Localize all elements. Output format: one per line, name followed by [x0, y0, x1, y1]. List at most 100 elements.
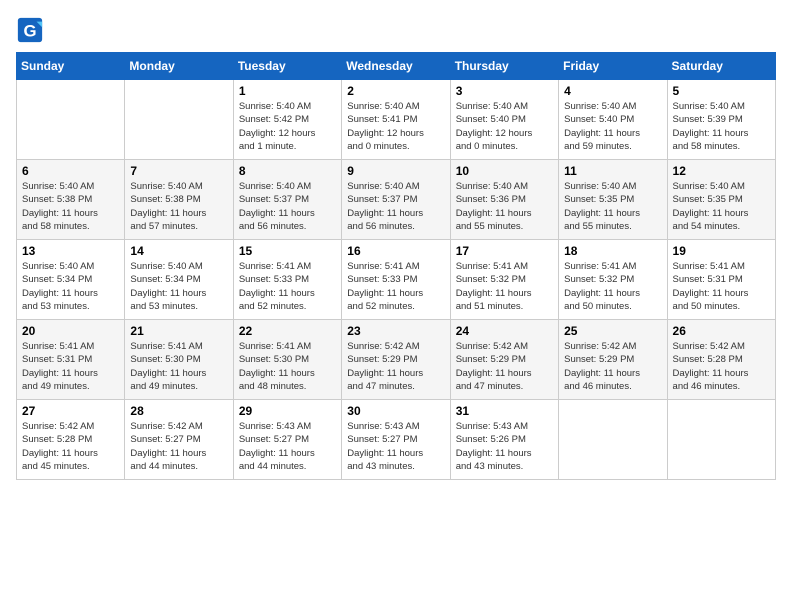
weekday-header-sunday: Sunday: [17, 53, 125, 80]
calendar-cell: 11 Sunrise: 5:40 AM Sunset: 5:35 PM Dayli…: [559, 160, 667, 240]
week-row-4: 20Sunrise: 5:41 AM Sunset: 5:31 PM Dayli…: [17, 320, 776, 400]
calendar-cell: [125, 80, 233, 160]
calendar-cell: [667, 400, 775, 480]
calendar-cell: 13 Sunrise: 5:40 AM Sunset: 5:34 PM Dayli…: [17, 240, 125, 320]
day-number: 13: [22, 244, 119, 258]
day-number: 14: [130, 244, 227, 258]
logo-icon: G: [16, 16, 44, 44]
day-number: 31: [456, 404, 553, 418]
svg-text:G: G: [23, 22, 36, 41]
day-number: 5: [673, 84, 770, 98]
day-number: 8: [239, 164, 336, 178]
day-info: Sunrise: 5:40 AM Sunset: 5:34 PM Dayligh…: [22, 260, 119, 313]
day-info: Sunrise: 5:40 AM Sunset: 5:40 PM Dayligh…: [456, 100, 553, 153]
calendar-cell: 25 Sunrise: 5:42 AM Sunset: 5:29 PM Dayli…: [559, 320, 667, 400]
day-info: Sunrise: 5:42 AM Sunset: 5:29 PM Dayligh…: [347, 340, 444, 393]
day-info: Sunrise: 5:42 AM Sunset: 5:29 PM Dayligh…: [564, 340, 661, 393]
day-info: Sunrise: 5:41 AM Sunset: 5:33 PM Dayligh…: [239, 260, 336, 313]
header: G: [16, 16, 776, 44]
day-number: 25: [564, 324, 661, 338]
calendar-cell: 17Sunrise: 5:41 AM Sunset: 5:32 PM Dayli…: [450, 240, 558, 320]
day-info: Sunrise: 5:42 AM Sunset: 5:27 PM Dayligh…: [130, 420, 227, 473]
day-info: Sunrise: 5:40 AM Sunset: 5:41 PM Dayligh…: [347, 100, 444, 153]
calendar-cell: 6 Sunrise: 5:40 AM Sunset: 5:38 PM Daylig…: [17, 160, 125, 240]
day-number: 9: [347, 164, 444, 178]
day-number: 4: [564, 84, 661, 98]
calendar-cell: 16 Sunrise: 5:41 AM Sunset: 5:33 PM Dayli…: [342, 240, 450, 320]
calendar-cell: 3Sunrise: 5:40 AM Sunset: 5:40 PM Daylig…: [450, 80, 558, 160]
day-number: 26: [673, 324, 770, 338]
day-info: Sunrise: 5:40 AM Sunset: 5:42 PM Dayligh…: [239, 100, 336, 153]
calendar-cell: 23 Sunrise: 5:42 AM Sunset: 5:29 PM Dayli…: [342, 320, 450, 400]
day-info: Sunrise: 5:40 AM Sunset: 5:39 PM Dayligh…: [673, 100, 770, 153]
day-info: Sunrise: 5:40 AM Sunset: 5:38 PM Dayligh…: [22, 180, 119, 233]
day-number: 23: [347, 324, 444, 338]
calendar-body: 1 Sunrise: 5:40 AM Sunset: 5:42 PM Daylig…: [17, 80, 776, 480]
weekday-header-wednesday: Wednesday: [342, 53, 450, 80]
weekday-header-row: SundayMondayTuesdayWednesdayThursdayFrid…: [17, 53, 776, 80]
day-number: 1: [239, 84, 336, 98]
week-row-1: 1 Sunrise: 5:40 AM Sunset: 5:42 PM Daylig…: [17, 80, 776, 160]
day-number: 17: [456, 244, 553, 258]
calendar-cell: 9 Sunrise: 5:40 AM Sunset: 5:37 PM Daylig…: [342, 160, 450, 240]
day-info: Sunrise: 5:40 AM Sunset: 5:38 PM Dayligh…: [130, 180, 227, 233]
calendar-cell: [559, 400, 667, 480]
day-info: Sunrise: 5:42 AM Sunset: 5:28 PM Dayligh…: [673, 340, 770, 393]
calendar-cell: 10Sunrise: 5:40 AM Sunset: 5:36 PM Dayli…: [450, 160, 558, 240]
day-number: 11: [564, 164, 661, 178]
calendar-cell: 26 Sunrise: 5:42 AM Sunset: 5:28 PM Dayli…: [667, 320, 775, 400]
calendar-cell: 30 Sunrise: 5:43 AM Sunset: 5:27 PM Dayli…: [342, 400, 450, 480]
logo: G: [16, 16, 48, 44]
week-row-2: 6 Sunrise: 5:40 AM Sunset: 5:38 PM Daylig…: [17, 160, 776, 240]
calendar-cell: 27Sunrise: 5:42 AM Sunset: 5:28 PM Dayli…: [17, 400, 125, 480]
day-number: 20: [22, 324, 119, 338]
day-number: 7: [130, 164, 227, 178]
day-number: 30: [347, 404, 444, 418]
calendar-cell: 8 Sunrise: 5:40 AM Sunset: 5:37 PM Daylig…: [233, 160, 341, 240]
day-info: Sunrise: 5:41 AM Sunset: 5:31 PM Dayligh…: [673, 260, 770, 313]
day-number: 15: [239, 244, 336, 258]
calendar-cell: 12Sunrise: 5:40 AM Sunset: 5:35 PM Dayli…: [667, 160, 775, 240]
day-info: Sunrise: 5:40 AM Sunset: 5:37 PM Dayligh…: [347, 180, 444, 233]
day-number: 21: [130, 324, 227, 338]
calendar-cell: 14 Sunrise: 5:40 AM Sunset: 5:34 PM Dayli…: [125, 240, 233, 320]
day-number: 16: [347, 244, 444, 258]
day-number: 22: [239, 324, 336, 338]
calendar-cell: 2 Sunrise: 5:40 AM Sunset: 5:41 PM Daylig…: [342, 80, 450, 160]
day-info: Sunrise: 5:40 AM Sunset: 5:37 PM Dayligh…: [239, 180, 336, 233]
day-info: Sunrise: 5:42 AM Sunset: 5:28 PM Dayligh…: [22, 420, 119, 473]
calendar-cell: 29 Sunrise: 5:43 AM Sunset: 5:27 PM Dayli…: [233, 400, 341, 480]
day-info: Sunrise: 5:40 AM Sunset: 5:34 PM Dayligh…: [130, 260, 227, 313]
day-info: Sunrise: 5:40 AM Sunset: 5:40 PM Dayligh…: [564, 100, 661, 153]
weekday-header-tuesday: Tuesday: [233, 53, 341, 80]
calendar-cell: 28Sunrise: 5:42 AM Sunset: 5:27 PM Dayli…: [125, 400, 233, 480]
day-info: Sunrise: 5:43 AM Sunset: 5:27 PM Dayligh…: [239, 420, 336, 473]
calendar-table: SundayMondayTuesdayWednesdayThursdayFrid…: [16, 52, 776, 480]
calendar-cell: 19Sunrise: 5:41 AM Sunset: 5:31 PM Dayli…: [667, 240, 775, 320]
day-number: 6: [22, 164, 119, 178]
calendar-cell: 22 Sunrise: 5:41 AM Sunset: 5:30 PM Dayli…: [233, 320, 341, 400]
calendar-cell: 31 Sunrise: 5:43 AM Sunset: 5:26 PM Dayli…: [450, 400, 558, 480]
calendar-cell: [17, 80, 125, 160]
day-info: Sunrise: 5:40 AM Sunset: 5:35 PM Dayligh…: [564, 180, 661, 233]
weekday-header-friday: Friday: [559, 53, 667, 80]
day-info: Sunrise: 5:42 AM Sunset: 5:29 PM Dayligh…: [456, 340, 553, 393]
calendar-cell: 18 Sunrise: 5:41 AM Sunset: 5:32 PM Dayli…: [559, 240, 667, 320]
day-number: 2: [347, 84, 444, 98]
calendar-cell: 1 Sunrise: 5:40 AM Sunset: 5:42 PM Daylig…: [233, 80, 341, 160]
day-info: Sunrise: 5:41 AM Sunset: 5:33 PM Dayligh…: [347, 260, 444, 313]
day-info: Sunrise: 5:41 AM Sunset: 5:30 PM Dayligh…: [239, 340, 336, 393]
day-number: 29: [239, 404, 336, 418]
weekday-header-saturday: Saturday: [667, 53, 775, 80]
day-info: Sunrise: 5:43 AM Sunset: 5:27 PM Dayligh…: [347, 420, 444, 473]
day-number: 12: [673, 164, 770, 178]
calendar-cell: 15 Sunrise: 5:41 AM Sunset: 5:33 PM Dayli…: [233, 240, 341, 320]
calendar-cell: 21 Sunrise: 5:41 AM Sunset: 5:30 PM Dayli…: [125, 320, 233, 400]
day-info: Sunrise: 5:43 AM Sunset: 5:26 PM Dayligh…: [456, 420, 553, 473]
week-row-5: 27Sunrise: 5:42 AM Sunset: 5:28 PM Dayli…: [17, 400, 776, 480]
day-info: Sunrise: 5:41 AM Sunset: 5:32 PM Dayligh…: [564, 260, 661, 313]
day-number: 18: [564, 244, 661, 258]
day-info: Sunrise: 5:41 AM Sunset: 5:30 PM Dayligh…: [130, 340, 227, 393]
calendar-cell: 24Sunrise: 5:42 AM Sunset: 5:29 PM Dayli…: [450, 320, 558, 400]
calendar-cell: 4 Sunrise: 5:40 AM Sunset: 5:40 PM Daylig…: [559, 80, 667, 160]
